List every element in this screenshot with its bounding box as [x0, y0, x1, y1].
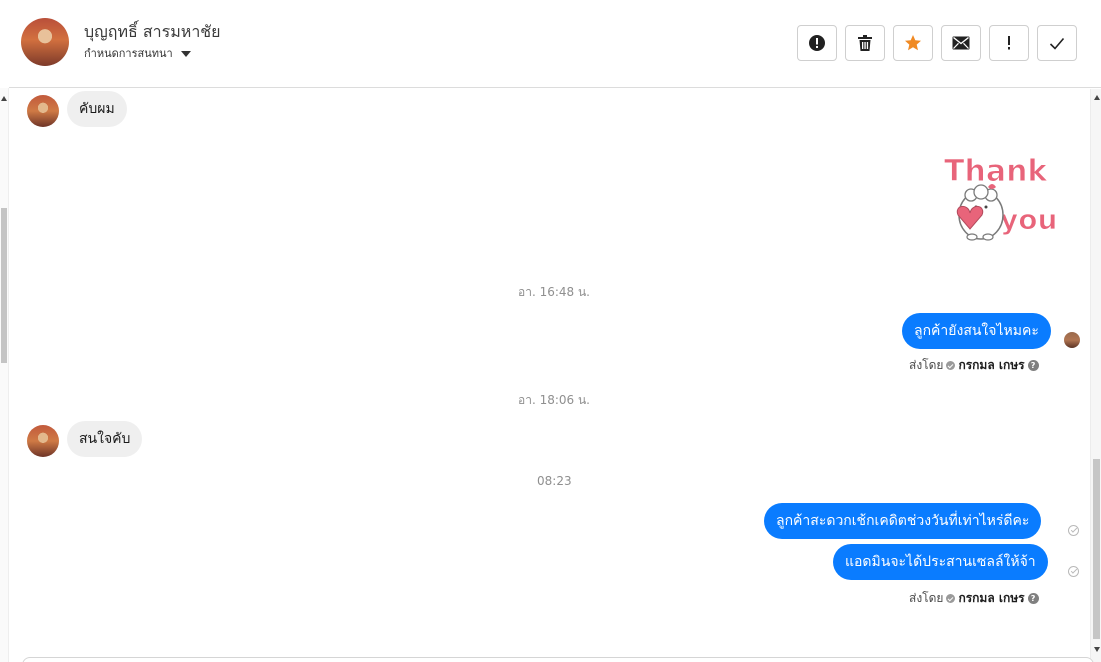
help-icon[interactable]: ? [1027, 360, 1039, 371]
trash-icon [858, 34, 872, 51]
sticker-text-you: you [1000, 203, 1057, 236]
exclamation-icon [1008, 36, 1010, 50]
message-list[interactable]: คับผม Thank you อา. 16:48 น. ลูกค้ายังสน… [9, 89, 1090, 662]
caret-down-icon [180, 50, 191, 57]
conversation-schedule-dropdown[interactable]: กำหนดการสนทนา [84, 44, 191, 62]
agent-name[interactable]: กรกมล เกษร [958, 356, 1024, 375]
scroll-up-arrow-icon[interactable] [1, 96, 7, 101]
sent-by-label: ส่งโดย กรกมล เกษร ? [909, 356, 1039, 375]
incoming-message-bubble[interactable]: สนใจคับ [67, 421, 143, 457]
conversation-toolbar [797, 25, 1077, 61]
delivered-check-icon [1068, 525, 1079, 536]
important-button[interactable] [989, 25, 1029, 61]
mark-unread-button[interactable] [941, 25, 981, 61]
help-icon[interactable]: ? [1027, 593, 1039, 604]
delete-button[interactable] [845, 25, 885, 61]
done-button[interactable] [1037, 25, 1077, 61]
message-timestamp: 08:23 [537, 474, 572, 488]
right-scrollbar[interactable] [1090, 89, 1101, 662]
scroll-thumb[interactable] [1093, 459, 1100, 639]
thank-you-sticker[interactable]: Thank you [936, 147, 1066, 257]
outgoing-message-bubble[interactable]: แอดมินจะได้ประสานเซลล์ให้จ้า [833, 544, 1048, 580]
scroll-down-arrow-icon[interactable] [1094, 647, 1100, 652]
verified-icon [946, 594, 956, 603]
message-composer[interactable] [22, 657, 1094, 662]
sent-by-label: ส่งโดย กรกมล เกษร ? [909, 589, 1039, 608]
spam-button[interactable] [797, 25, 837, 61]
envelope-icon [952, 36, 970, 50]
conversation-header: บุญฤทธิ์ สารมหาชัย กำหนดการสนทนา [9, 0, 1101, 88]
contact-mini-avatar[interactable] [27, 95, 59, 127]
message-timestamp: อา. 18:06 น. [518, 393, 590, 407]
star-icon [905, 35, 921, 51]
left-scrollbar[interactable] [0, 88, 9, 662]
contact-avatar[interactable] [21, 18, 69, 66]
sticker-text-thank: Thank [944, 154, 1048, 189]
outgoing-message-bubble[interactable]: ลูกค้ายังสนใจไหมคะ [902, 313, 1051, 349]
incoming-message-bubble[interactable]: คับผม [67, 91, 127, 127]
agent-name[interactable]: กรกมล เกษร [958, 589, 1024, 608]
message-timestamp: อา. 16:48 น. [518, 285, 590, 299]
delivered-check-icon [1068, 566, 1079, 577]
check-icon [1049, 37, 1065, 50]
verified-icon [946, 361, 956, 370]
sent-by-prefix: ส่งโดย [909, 358, 944, 372]
scroll-thumb[interactable] [1, 208, 7, 363]
outgoing-message-bubble[interactable]: ลูกค้าสะดวกเช้กเคดิตช่วงวันที่เท่าไหร่ดี… [764, 503, 1042, 539]
contact-mini-avatar[interactable] [27, 425, 59, 457]
scroll-up-arrow-icon[interactable] [1094, 95, 1100, 100]
messenger-conversation-window: บุญฤทธิ์ สารมหาชัย กำหนดการสนทนา คับผม T… [0, 0, 1101, 662]
contact-name[interactable]: บุญฤทธิ์ สารมหาชัย [84, 20, 221, 45]
alert-circle-icon [809, 35, 825, 51]
star-button[interactable] [893, 25, 933, 61]
sent-by-prefix: ส่งโดย [909, 591, 944, 605]
seen-avatar [1064, 332, 1080, 348]
conversation-schedule-label: กำหนดการสนทนา [84, 47, 173, 60]
